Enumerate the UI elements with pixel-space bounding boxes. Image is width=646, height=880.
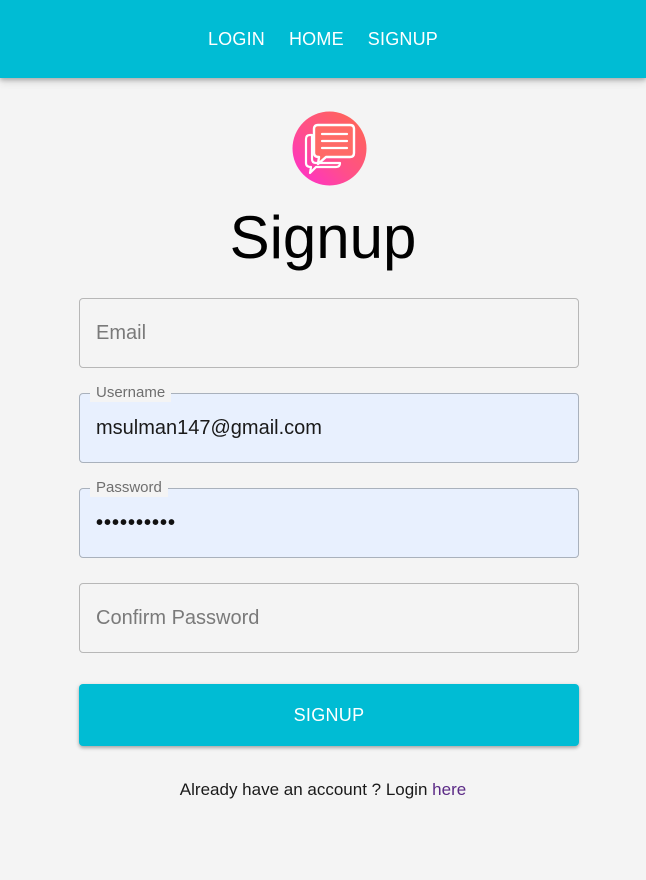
login-prompt: Already have an account ? Login here [0,780,646,800]
email-placeholder: Email [96,322,147,344]
chat-bubble-logo-icon [292,111,367,186]
username-input[interactable]: msulman147@gmail.com [96,394,562,462]
email-field[interactable]: Email [79,298,579,368]
nav-login-link[interactable]: LOGIN [208,29,265,49]
confirm-password-field[interactable]: Confirm Password [79,583,579,653]
page-title: Signup [229,204,417,271]
confirm-password-input[interactable]: Confirm Password [96,584,562,652]
password-value: •••••••••• [96,512,177,534]
confirm-password-placeholder: Confirm Password [96,607,260,629]
signup-button[interactable]: SIGNUP [79,684,579,746]
email-input[interactable]: Email [96,299,562,367]
login-prompt-text: Already have an account ? Login [179,780,428,799]
username-value: msulman147@gmail.com [96,417,322,439]
nav-signup-link[interactable]: SIGNUP [368,29,438,49]
password-field[interactable]: Password •••••••••• [79,479,579,558]
username-field[interactable]: Username msulman147@gmail.com [79,384,579,463]
app-bar: LOGIN HOME SIGNUP [0,0,646,78]
nav-home-link[interactable]: HOME [289,29,344,49]
login-here-link[interactable]: here [432,780,466,799]
password-input[interactable]: •••••••••• [96,489,562,557]
